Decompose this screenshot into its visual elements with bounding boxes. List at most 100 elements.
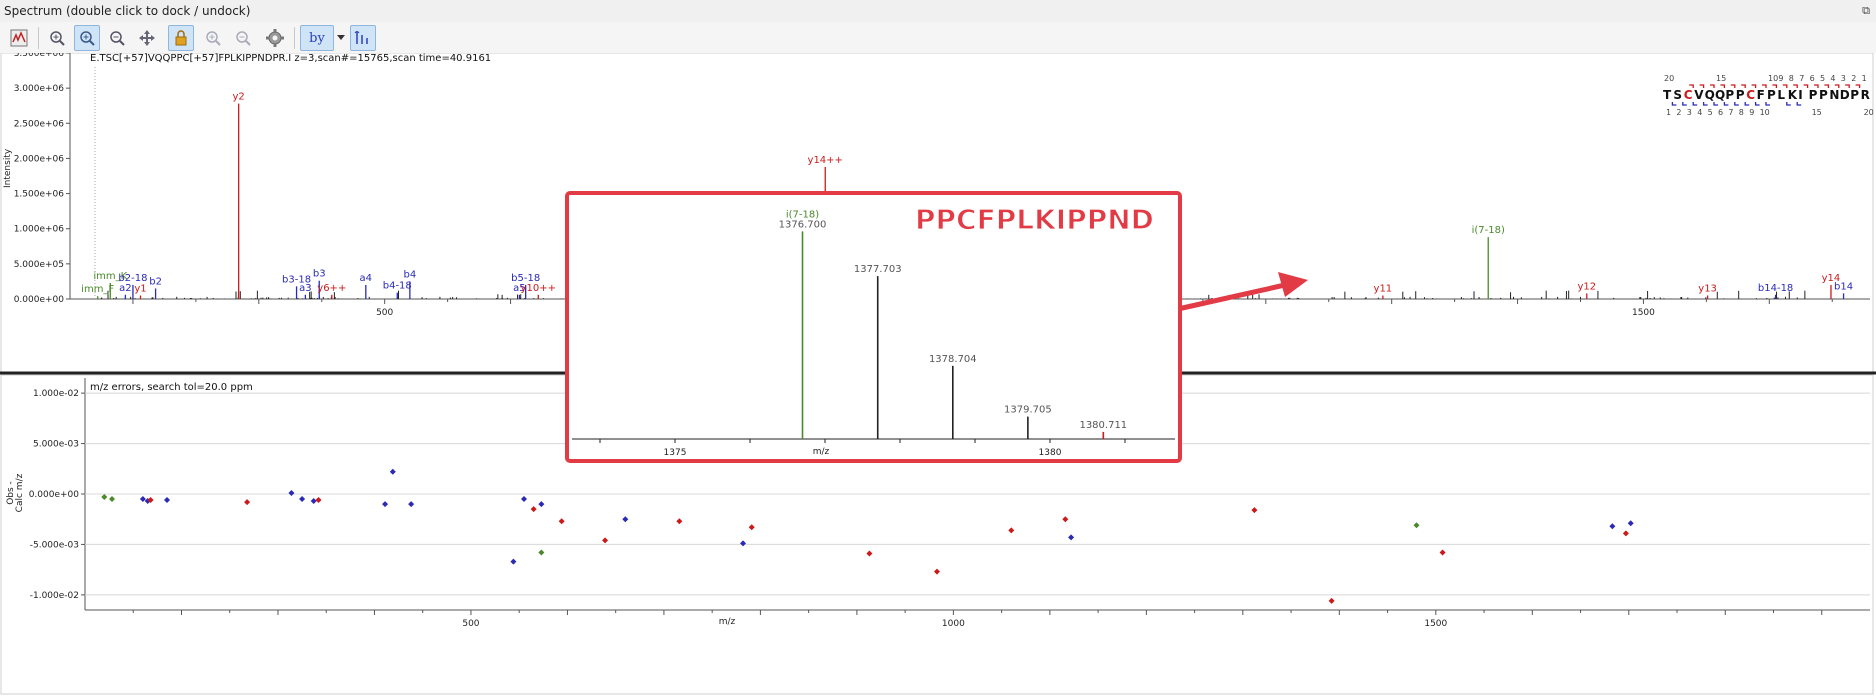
spectrum-peak-label: b3 (313, 269, 326, 280)
sequence-letter: R (1861, 88, 1870, 102)
lock-icon[interactable] (168, 25, 194, 51)
sequence-bottom-number: 2 (1676, 108, 1681, 117)
sequence-top-number: 7 (1799, 74, 1804, 83)
sequence-letter: P (1767, 88, 1776, 102)
sequence-top-number: 10 (1768, 74, 1778, 83)
zoom-box-icon[interactable] (74, 25, 100, 51)
sequence-letter: T (1663, 88, 1672, 102)
sequence-bottom-number: 4 (1697, 108, 1702, 117)
errors-x-label: m/z (719, 617, 736, 627)
spectrum-y-tick-label: 3.000e+06 (14, 84, 65, 94)
spectrum-x-tick-label: 500 (376, 308, 393, 318)
window-titlebar[interactable]: Spectrum (double click to dock / undock)… (0, 0, 1876, 23)
spectrum-plots[interactable]: 0.000e+00 5.000e+05 1.000e+06 1.500e+06 2.00… (0, 53, 1876, 698)
spectrum-peak-label: imm_F (81, 284, 114, 295)
toolbar-separator (294, 27, 295, 49)
sequence-top-number: 3 (1841, 74, 1846, 83)
spectrum-peak-label: a3 (299, 283, 312, 294)
isotope-icon[interactable] (350, 25, 376, 51)
errors-x-tick-label: 500 (462, 619, 479, 629)
sequence-letter: P (1736, 88, 1745, 102)
pan-icon[interactable] (134, 25, 160, 51)
sequence-bottom-number: 5 (1708, 108, 1713, 117)
sequence-letter: K (1788, 88, 1798, 102)
spectrum-peak-label: a2 (119, 283, 132, 294)
spectrum-settings-icon[interactable] (6, 25, 32, 51)
spectrum-peak-label: y1 (134, 283, 146, 294)
peptide-info: E.TSC[+57]VQQPPC[+57]FPLKIPPNDPR.I z=3,s… (90, 53, 491, 64)
sequence-bottom-number: 6 (1718, 108, 1723, 117)
errors-x-tick-label: 1500 (1424, 619, 1447, 629)
sequence-top-number: 15 (1716, 74, 1726, 83)
spectrum-peak-label: y2 (233, 92, 245, 103)
spectrum-peak-label: y13 (1698, 283, 1717, 294)
sequence-letter: Q (1705, 88, 1715, 102)
spectrum-x-tick-label: 1500 (1632, 308, 1655, 318)
gear-icon[interactable] (262, 25, 288, 51)
spectrum-y-tick-label: 5.000e+05 (14, 260, 64, 270)
spectrum-y-tick-label: 2.500e+06 (14, 119, 65, 129)
ion-dropdown-icon[interactable] (334, 25, 348, 51)
sequence-top-number: 2 (1851, 74, 1856, 83)
sequence-letter: L (1777, 88, 1785, 102)
errors-y-tick-label: 1.000e-02 (33, 389, 79, 399)
sequence-bottom-number: 7 (1728, 108, 1733, 117)
errors-y-tick-label: 0.000e+00 (29, 490, 80, 500)
sequence-top-number: 8 (1789, 74, 1794, 83)
spectrum-peak-label: b4-18 (383, 281, 412, 292)
sequence-letter: D (1840, 88, 1850, 102)
errors-y-tick-label: 5.000e-03 (33, 440, 79, 450)
window-title: Spectrum (double click to dock / undock) (4, 4, 251, 18)
zoom-in-y-icon[interactable] (200, 25, 226, 51)
spectrum-peak-label: b14-18 (1758, 283, 1793, 294)
sequence-letter: Q (1715, 88, 1725, 102)
spectrum-peak-label: y11 (1374, 283, 1393, 294)
sequence-bottom-number: 10 (1760, 108, 1770, 117)
ion-type-label: by (309, 30, 325, 46)
zoom-out-y-icon[interactable] (230, 25, 256, 51)
spectrum-peak-label: b2 (149, 276, 162, 287)
spectrum-y-tick-label: 2.000e+06 (14, 154, 65, 164)
errors-y-label-line2: Calc m/z (15, 473, 25, 512)
inset-x-label: m/z (813, 447, 830, 457)
spectrum-peak-label: b4 (404, 269, 417, 280)
spectrum-peak-label: a4 (360, 273, 373, 284)
sequence-letter: C (1684, 88, 1693, 102)
sequence-bottom-number: 3 (1687, 108, 1692, 117)
inset-peak-mz-label: 1378.704 (929, 354, 977, 365)
dock-icon[interactable]: ⧉ (1862, 0, 1870, 22)
sequence-bottom-number: 15 (1812, 108, 1822, 117)
errors-title: m/z errors, search tol=20.0 ppm (90, 382, 253, 393)
spectrum-peak-label: y14++ (808, 155, 843, 166)
spectrum-y-tick-label: 0.000e+00 (14, 295, 65, 305)
spectrum-peak-label: y6++ (317, 283, 346, 294)
toolbar: by (0, 22, 1876, 54)
sequence-letter: I (1798, 88, 1802, 102)
sequence-letter: P (1725, 88, 1734, 102)
spectrum-y-label: Intensity (3, 148, 13, 188)
spectrum-y-tick-label: 1.000e+06 (14, 225, 65, 235)
sequence-letters: TSCVQQPPCFPLKIPPNDPR (1663, 88, 1870, 102)
zoom-in-icon[interactable] (44, 25, 70, 51)
sequence-letter: F (1757, 88, 1765, 102)
sequence-top-number: 1 (1862, 74, 1867, 83)
plot-area: 0.000e+00 5.000e+05 1.000e+06 1.500e+06 2.00… (0, 53, 1876, 698)
spectrum-y-tick-label: 1.500e+06 (14, 190, 65, 200)
sequence-top-number: 9 (1778, 74, 1783, 83)
spectrum-y-tick-label: 3.500e+06 (14, 53, 65, 59)
zoom-out-icon[interactable] (104, 25, 130, 51)
sequence-bottom-number: 9 (1749, 108, 1754, 117)
sequence-letter: P (1809, 88, 1818, 102)
sequence-letter: N (1829, 88, 1839, 102)
inset-peak-mz-label: 1377.703 (854, 264, 902, 275)
ion-type-icon[interactable]: by (300, 25, 334, 51)
sequence-letter: P (1819, 88, 1828, 102)
sequence-bottom-number: 20 (1864, 108, 1874, 117)
sequence-letter: P (1850, 88, 1859, 102)
errors-y-tick-label: -5.000e-03 (30, 540, 79, 550)
spectrum-peak-label: b14 (1834, 281, 1853, 292)
spectrum-peak-label: i(7-18) (1472, 225, 1505, 236)
inset-peak-mz-label: 1376.700 (779, 219, 827, 230)
inset-peak-mz-label: 1380.711 (1079, 420, 1127, 431)
inset-peak-label: i(7-18) (786, 209, 819, 220)
